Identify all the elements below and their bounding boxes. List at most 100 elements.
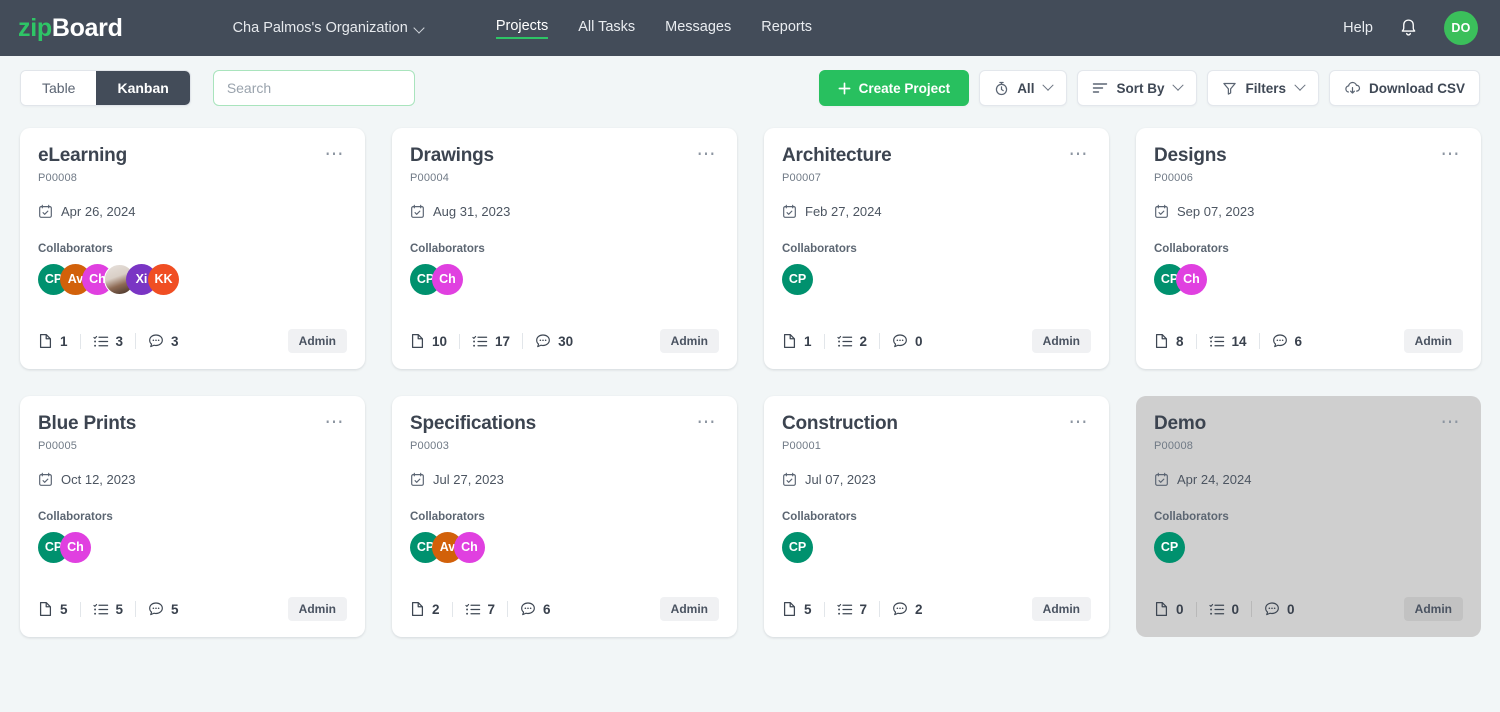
stat-tasks[interactable]: 7 — [824, 602, 880, 617]
collaborator-avatar[interactable]: Ch — [1176, 264, 1207, 295]
stat-comments[interactable]: 0 — [1251, 601, 1307, 617]
stat-comments[interactable]: 5 — [135, 601, 191, 617]
stat-tasks[interactable]: 7 — [452, 602, 508, 617]
collaborators-label: Collaborators — [410, 243, 719, 255]
card-header: Blue PrintsP00005⋯ — [38, 414, 347, 452]
stat-documents[interactable]: 5 — [38, 601, 80, 617]
stat-documents[interactable]: 10 — [410, 333, 459, 349]
projects-toolbar: Table Kanban Create Project All — [0, 56, 1500, 120]
stat-comments[interactable]: 2 — [879, 601, 935, 617]
project-title: Specifications — [410, 414, 536, 435]
user-avatar[interactable]: DO — [1444, 11, 1478, 45]
card-stats: 8146 — [1154, 333, 1314, 349]
stat-tasks[interactable]: 14 — [1196, 334, 1259, 349]
stat-comments[interactable]: 3 — [135, 333, 191, 349]
stat-documents[interactable]: 8 — [1154, 333, 1196, 349]
collaborator-avatar[interactable]: Ch — [454, 532, 485, 563]
stat-comments[interactable]: 6 — [1259, 333, 1315, 349]
project-date: Oct 12, 2023 — [38, 472, 347, 487]
project-date-text: Feb 27, 2024 — [805, 204, 882, 219]
app-logo[interactable]: zipBoard — [18, 14, 123, 43]
tab-table[interactable]: Table — [21, 71, 96, 105]
comments-count: 2 — [915, 602, 923, 617]
card-title-block: eLearningP00008 — [38, 146, 127, 184]
tasks-count: 3 — [116, 334, 124, 349]
ellipsis-icon[interactable]: ⋯ — [695, 414, 720, 431]
project-date-text: Sep 07, 2023 — [1177, 204, 1254, 219]
stat-comments[interactable]: 0 — [879, 333, 935, 349]
nav-item-reports[interactable]: Reports — [761, 19, 812, 38]
chevron-down-icon — [1173, 80, 1184, 91]
help-link[interactable]: Help — [1343, 20, 1373, 36]
stat-documents[interactable]: 2 — [410, 601, 452, 617]
nav-item-projects[interactable]: Projects — [496, 18, 548, 39]
comment-icon — [1272, 333, 1288, 349]
all-filter-button[interactable]: All — [979, 70, 1067, 106]
ellipsis-icon[interactable]: ⋯ — [323, 146, 348, 163]
ellipsis-icon[interactable]: ⋯ — [323, 414, 348, 431]
collaborators-label: Collaborators — [782, 243, 1091, 255]
stat-documents[interactable]: 1 — [782, 333, 824, 349]
main-navigation: Projects All Tasks Messages Reports — [496, 18, 812, 39]
comments-count: 3 — [171, 334, 179, 349]
project-card[interactable]: SpecificationsP00003⋯Jul 27, 2023Collabo… — [392, 396, 737, 637]
stat-tasks[interactable]: 3 — [80, 334, 136, 349]
create-project-button[interactable]: Create Project — [819, 70, 970, 106]
organization-name: Cha Palmos's Organization — [233, 20, 408, 36]
documents-count: 0 — [1176, 602, 1184, 617]
collaborator-avatar[interactable]: Ch — [432, 264, 463, 295]
project-card[interactable]: DesignsP00006⋯Sep 07, 2023CollaboratorsC… — [1136, 128, 1481, 369]
collaborator-avatar[interactable]: KK — [148, 264, 179, 295]
filters-button[interactable]: Filters — [1207, 70, 1319, 106]
collaborator-avatar[interactable]: Ch — [60, 532, 91, 563]
project-date: Feb 27, 2024 — [782, 204, 1091, 219]
project-card[interactable]: DemoP00008⋯Apr 24, 2024CollaboratorsCP00… — [1136, 396, 1481, 637]
project-date: Jul 07, 2023 — [782, 472, 1091, 487]
collaborators-label: Collaborators — [410, 511, 719, 523]
stat-documents[interactable]: 0 — [1154, 601, 1196, 617]
stat-tasks[interactable]: 2 — [824, 334, 880, 349]
comments-count: 6 — [543, 602, 551, 617]
stat-tasks[interactable]: 5 — [80, 602, 136, 617]
nav-item-all-tasks[interactable]: All Tasks — [578, 19, 635, 38]
comment-icon — [1264, 601, 1280, 617]
project-card[interactable]: ConstructionP00001⋯Jul 07, 2023Collabora… — [764, 396, 1109, 637]
stat-comments[interactable]: 30 — [522, 333, 585, 349]
collaborator-avatar[interactable]: CP — [782, 532, 813, 563]
ellipsis-icon[interactable]: ⋯ — [1439, 146, 1464, 163]
project-id: P00005 — [38, 440, 136, 452]
project-card[interactable]: Blue PrintsP00005⋯Oct 12, 2023Collaborat… — [20, 396, 365, 637]
project-date-text: Jul 07, 2023 — [805, 472, 876, 487]
ellipsis-icon[interactable]: ⋯ — [695, 146, 720, 163]
ellipsis-icon[interactable]: ⋯ — [1067, 146, 1092, 163]
bell-icon[interactable] — [1399, 18, 1418, 38]
tasks-count: 17 — [495, 334, 510, 349]
project-card[interactable]: ArchitectureP00007⋯Feb 27, 2024Collabora… — [764, 128, 1109, 369]
stat-documents[interactable]: 5 — [782, 601, 824, 617]
collaborator-avatar[interactable]: CP — [782, 264, 813, 295]
download-csv-button[interactable]: Download CSV — [1329, 70, 1480, 106]
stat-documents[interactable]: 1 — [38, 333, 80, 349]
collaborator-avatar[interactable]: CP — [1154, 532, 1185, 563]
task-list-icon — [837, 602, 853, 617]
stat-comments[interactable]: 6 — [507, 601, 563, 617]
role-badge: Admin — [660, 329, 719, 353]
card-footer: 120 Admin — [782, 329, 1091, 353]
search-input[interactable] — [213, 70, 415, 106]
project-title: Architecture — [782, 146, 892, 167]
project-card[interactable]: DrawingsP00004⋯Aug 31, 2023Collaborators… — [392, 128, 737, 369]
project-card[interactable]: eLearningP00008⋯Apr 26, 2024Collaborator… — [20, 128, 365, 369]
stat-tasks[interactable]: 17 — [459, 334, 522, 349]
nav-item-messages[interactable]: Messages — [665, 19, 731, 38]
card-stats: 000 — [1154, 601, 1307, 617]
organization-selector[interactable]: Cha Palmos's Organization — [233, 20, 424, 36]
collaborator-avatars: CP — [782, 264, 1091, 296]
tab-kanban[interactable]: Kanban — [96, 71, 189, 105]
project-title: Drawings — [410, 146, 494, 167]
sort-by-button[interactable]: Sort By — [1077, 70, 1197, 106]
ellipsis-icon[interactable]: ⋯ — [1067, 414, 1092, 431]
stat-tasks[interactable]: 0 — [1196, 602, 1252, 617]
ellipsis-icon[interactable]: ⋯ — [1439, 414, 1464, 431]
role-badge: Admin — [288, 597, 347, 621]
role-badge: Admin — [1032, 329, 1091, 353]
